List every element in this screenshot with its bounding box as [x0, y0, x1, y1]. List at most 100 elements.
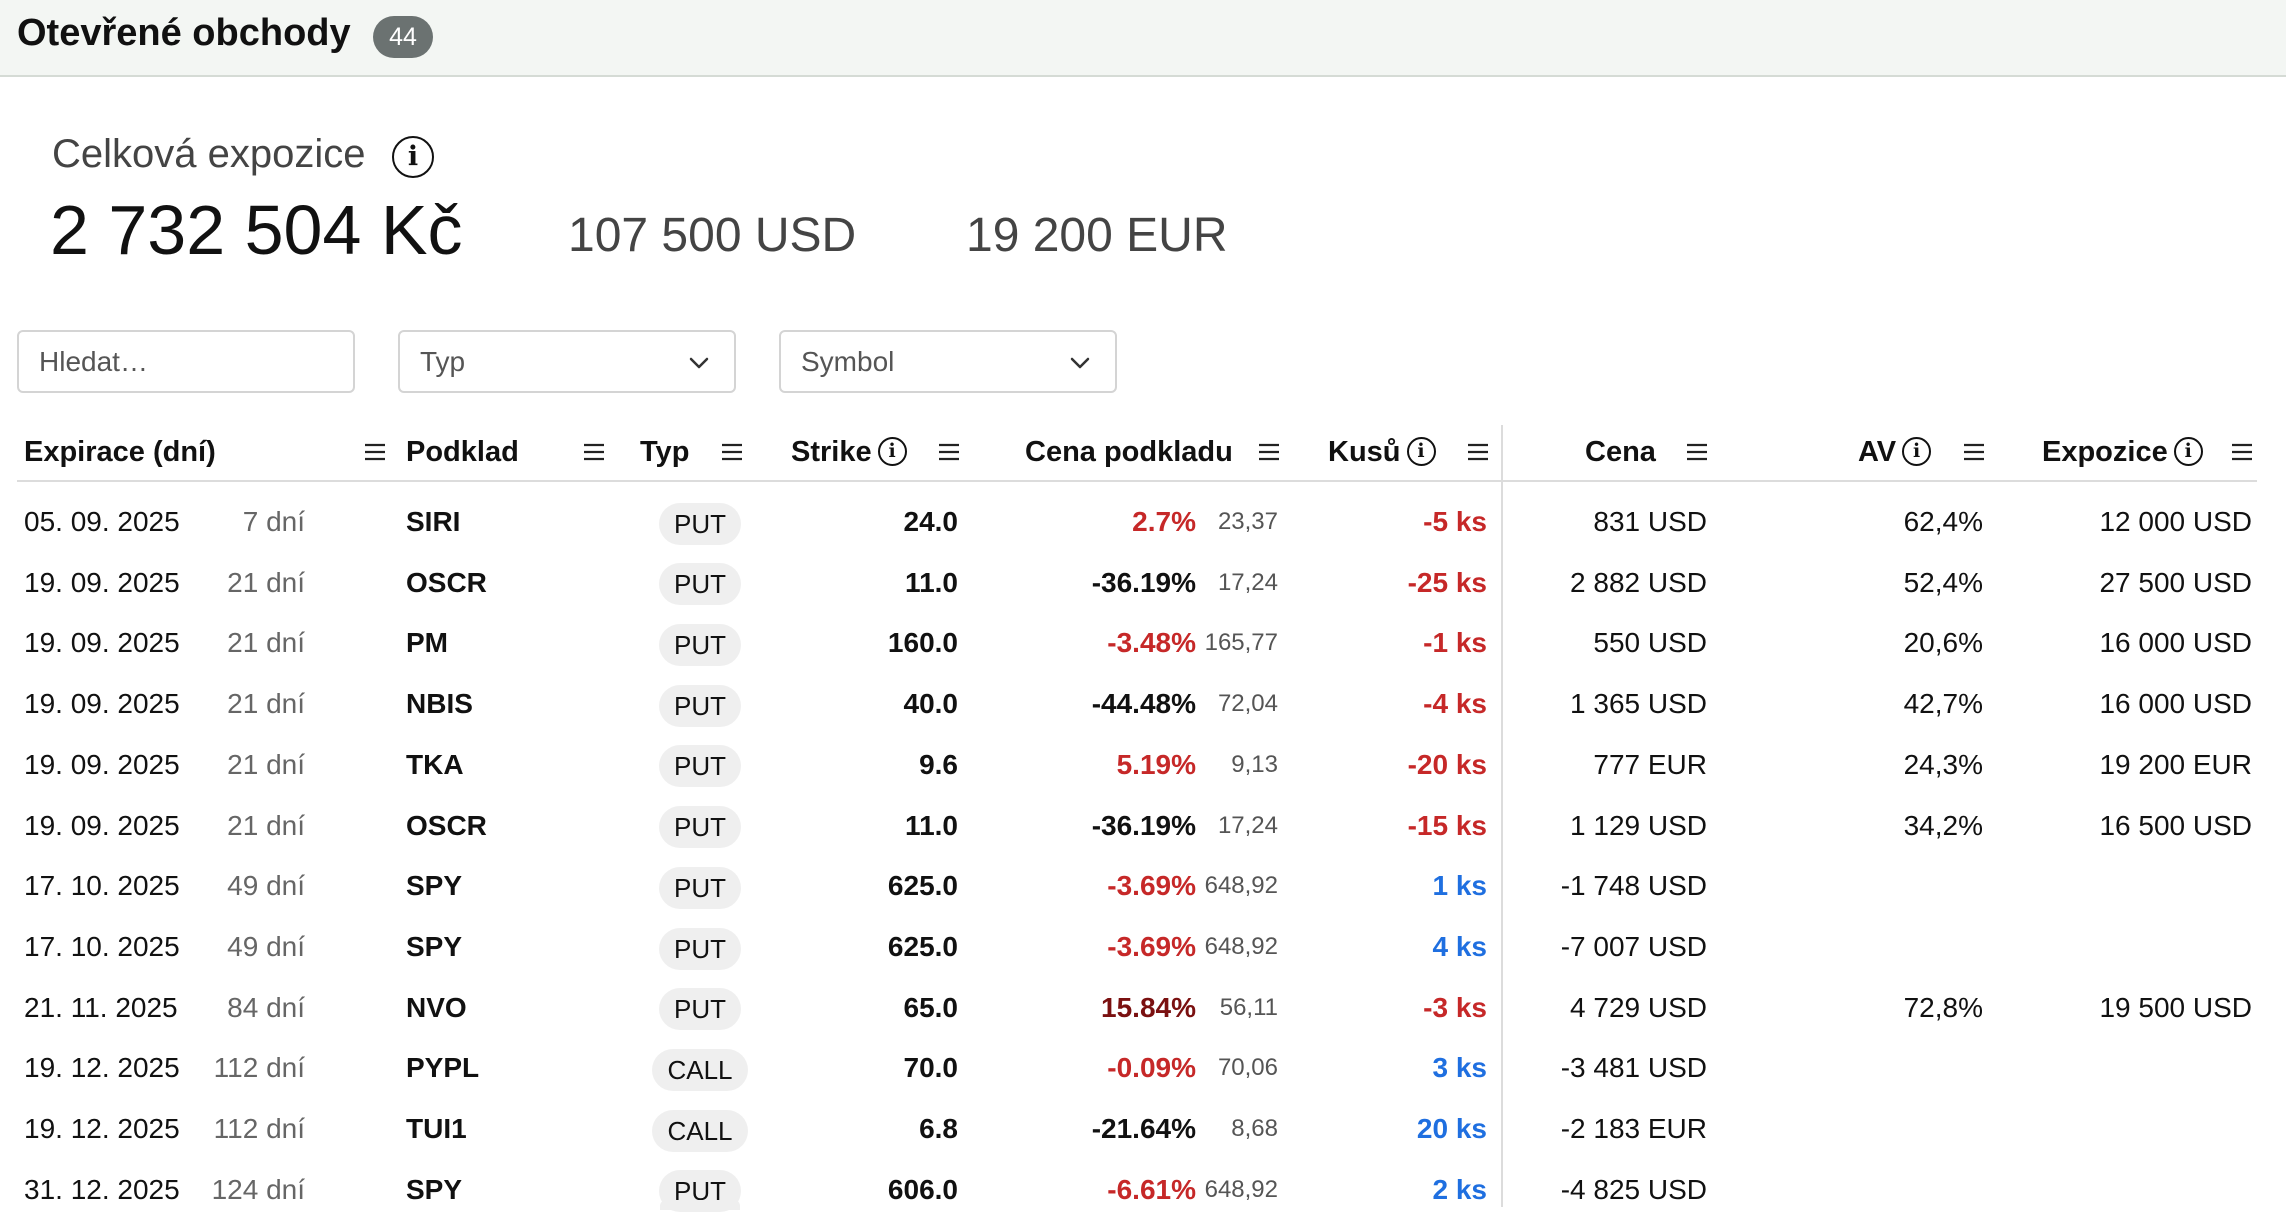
- row-date: 19. 09. 2025: [24, 809, 180, 841]
- row-change-pct: -36.19%: [1091, 809, 1196, 841]
- column-header-underlying-price[interactable]: Cena podkladu: [1025, 432, 1233, 472]
- table-row[interactable]: 17. 10. 2025 49 dní SPY PUT 625.0 -3.69% 648,9…: [0, 856, 2286, 916]
- row-type-cell: PUT: [640, 682, 760, 727]
- row-date: 19. 12. 2025: [24, 1113, 180, 1144]
- row-type-cell: PUT: [640, 621, 760, 666]
- info-icon[interactable]: i: [1902, 436, 1932, 466]
- symbol-select[interactable]: Symbol: [779, 330, 1117, 393]
- row-underlying-price: 648,92: [1204, 932, 1278, 960]
- column-menu-icon[interactable]: [1962, 442, 1986, 462]
- row-strike: 6.8: [919, 1113, 958, 1144]
- row-exposure: 16 500 USD: [2099, 809, 2252, 841]
- column-header-expiration[interactable]: Expirace (dní): [24, 432, 216, 472]
- row-underlying-price: 648,92: [1204, 1175, 1278, 1203]
- row-symbol: SIRI: [406, 506, 461, 537]
- row-av: [1800, 925, 1983, 969]
- row-exposure: 16 000 USD: [2099, 688, 2252, 720]
- table-row[interactable]: 17. 10. 2025 49 dní SPY PUT 625.0 -3.69% 648,9…: [0, 917, 2286, 977]
- table-row[interactable]: 19. 09. 2025 21 dní OSCR PUT 11.0 -36.19% 17,2…: [0, 553, 2286, 613]
- table-row[interactable]: 19. 09. 2025 21 dní NBIS PUT 40.0 -44.48% 72,0…: [0, 674, 2286, 734]
- row-strike: 160.0: [887, 627, 958, 659]
- table-row[interactable]: 05. 09. 2025 7 dní SIRI PUT 24.0 2.7% 23,37 -5 …: [0, 492, 2286, 552]
- row-change-pct: -44.48%: [1091, 688, 1196, 720]
- column-header-av-label: AV: [1858, 436, 1897, 468]
- row-av: 24,3%: [1903, 748, 1983, 780]
- table-row[interactable]: 19. 09. 2025 21 dní PM PUT 160.0 -3.48% 165,77…: [0, 613, 2286, 673]
- row-days-left: 112 dní: [213, 1052, 305, 1084]
- row-date: 17. 10. 2025: [24, 870, 180, 902]
- row-exposure: 12 000 USD: [2099, 506, 2252, 537]
- column-header-underlying[interactable]: Podklad: [406, 432, 519, 472]
- column-header-exposure[interactable]: Expozice i: [2042, 432, 2203, 472]
- row-days-left: 21 dní: [227, 748, 305, 780]
- row-type-cell: PUT: [640, 561, 760, 606]
- row-price: -1 748 USD: [1560, 870, 1707, 902]
- table-row[interactable]: 19. 12. 2025 112 dní TUI1 CALL 6.8 -21.64% 8,6…: [0, 1099, 2286, 1159]
- column-header-av[interactable]: AV i: [1858, 432, 1932, 472]
- row-days-left: 112 dní: [213, 1113, 305, 1144]
- row-symbol: PM: [406, 627, 448, 659]
- row-av: 34,2%: [1903, 809, 1983, 841]
- row-price: 550 USD: [1593, 627, 1707, 659]
- column-header-quantity[interactable]: Kusů i: [1328, 432, 1436, 472]
- table-row[interactable]: 19. 12. 2025 112 dní PYPL CALL 70.0 -0.09% 70,…: [0, 1038, 2286, 1098]
- row-price: 4 729 USD: [1570, 991, 1707, 1023]
- column-menu-icon[interactable]: [1466, 442, 1490, 462]
- row-av: [1800, 1046, 1983, 1090]
- column-menu-icon[interactable]: [363, 442, 387, 462]
- row-days-left: 21 dní: [227, 809, 305, 841]
- table-row[interactable]: 21. 11. 2025 84 dní NVO PUT 65.0 15.84% 56,11 -…: [0, 978, 2286, 1038]
- row-underlying-price: 70,06: [1217, 1054, 1278, 1082]
- row-type-cell: PUT: [640, 925, 760, 970]
- column-menu-icon[interactable]: [720, 442, 744, 462]
- row-days-left: 49 dní: [227, 870, 305, 902]
- row-days-left: 84 dní: [227, 991, 305, 1023]
- search-input[interactable]: [17, 330, 355, 393]
- row-quantity: -15 ks: [1407, 809, 1487, 841]
- row-av: 52,4%: [1903, 566, 1983, 598]
- row-underlying-price: 17,24: [1217, 568, 1278, 596]
- table-row[interactable]: 31. 12. 2025 124 dní SPY PUT 606.0 -6.61% 648,…: [0, 1160, 2286, 1220]
- row-date: 17. 10. 2025: [24, 930, 180, 962]
- row-symbol: TUI1: [406, 1113, 467, 1144]
- row-strike: 70.0: [903, 1052, 959, 1084]
- info-icon[interactable]: i: [392, 136, 434, 178]
- column-menu-icon[interactable]: [1685, 442, 1709, 462]
- row-change-pct: 5.19%: [1116, 748, 1196, 780]
- row-change-pct: -3.48%: [1107, 627, 1196, 659]
- option-type-badge: PUT: [659, 502, 741, 545]
- row-date: 05. 09. 2025: [24, 506, 180, 537]
- table-row[interactable]: 19. 09. 2025 21 dní TKA PUT 9.6 5.19% 9,13 -20 …: [0, 735, 2286, 795]
- row-symbol: SPY: [406, 870, 463, 902]
- column-menu-icon[interactable]: [937, 442, 961, 462]
- row-price: 831 USD: [1593, 506, 1707, 537]
- info-icon[interactable]: i: [2173, 436, 2203, 466]
- info-icon[interactable]: i: [877, 436, 907, 466]
- row-quantity: -4 ks: [1423, 688, 1487, 720]
- column-header-type[interactable]: Typ: [640, 432, 689, 472]
- total-exposure-eur: 19 200 EUR: [966, 209, 1228, 262]
- row-symbol: TKA: [406, 748, 464, 780]
- info-icon[interactable]: i: [1406, 436, 1436, 466]
- column-menu-icon[interactable]: [1257, 442, 1281, 462]
- column-header-price[interactable]: Cena: [1585, 432, 1656, 472]
- row-type-cell: CALL: [640, 1046, 760, 1091]
- row-type-cell: PUT: [640, 986, 760, 1031]
- column-header-strike-label: Strike: [791, 436, 872, 468]
- row-change-pct: -6.61%: [1107, 1173, 1196, 1205]
- option-type-badge: PUT: [659, 684, 741, 727]
- row-symbol: NBIS: [406, 688, 473, 720]
- table-row[interactable]: 19. 09. 2025 21 dní OSCR PUT 11.0 -36.19% 17,2…: [0, 796, 2286, 856]
- type-select[interactable]: Typ: [398, 330, 736, 393]
- option-type-badge: CALL: [652, 1109, 748, 1152]
- option-type-badge: PUT: [659, 624, 741, 666]
- column-menu-icon[interactable]: [2230, 442, 2254, 462]
- row-strike: 606.0: [887, 1173, 958, 1205]
- column-menu-icon[interactable]: [582, 442, 606, 462]
- open-trades-count-badge: 44: [373, 16, 433, 58]
- row-av: 72,8%: [1903, 991, 1983, 1023]
- row-strike: 9.6: [919, 748, 958, 780]
- row-date: 21. 11. 2025: [24, 991, 178, 1023]
- column-header-strike[interactable]: Strike i: [791, 432, 907, 472]
- row-change-pct: -36.19%: [1091, 566, 1196, 598]
